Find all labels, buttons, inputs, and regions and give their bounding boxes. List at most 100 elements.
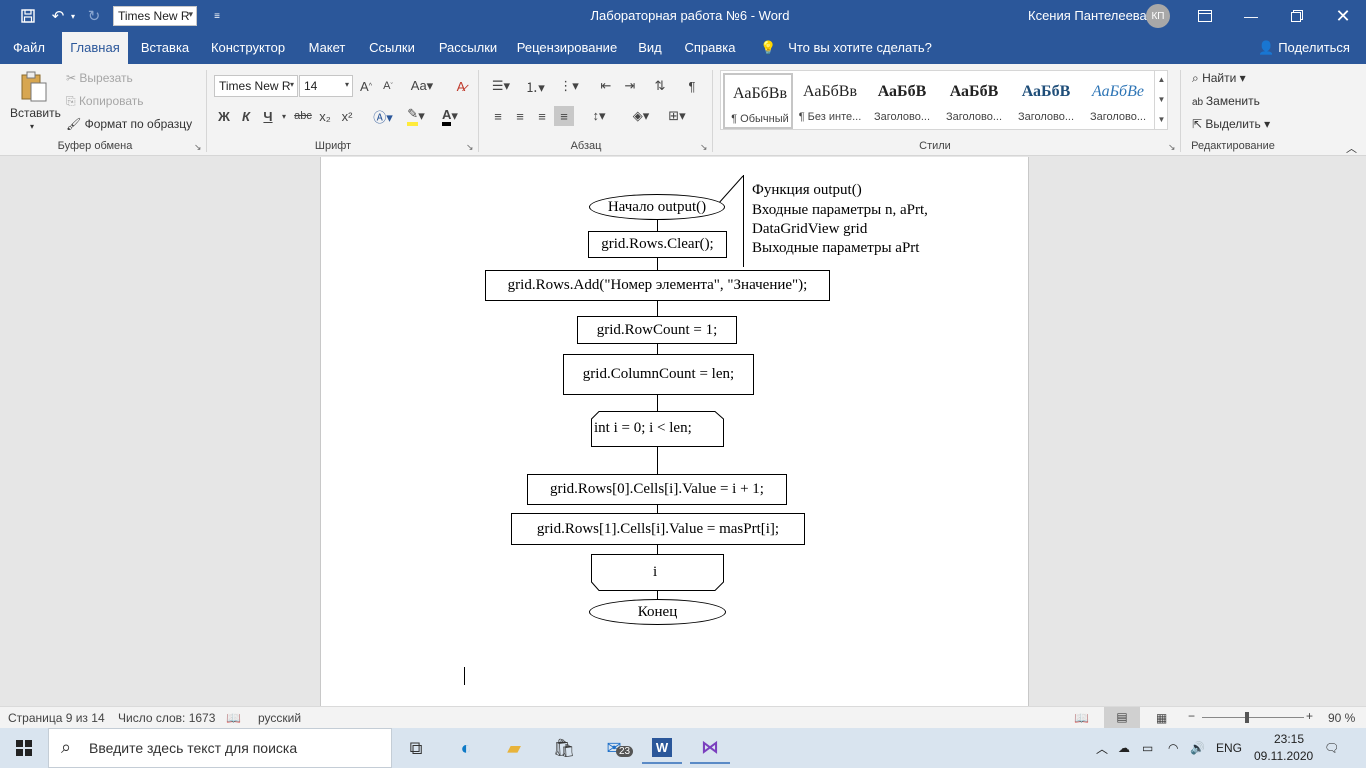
tab-mailings[interactable]: Рассылки — [434, 32, 502, 64]
file-explorer-icon[interactable]: ▰ — [494, 732, 534, 764]
zoom-slider-thumb[interactable] — [1245, 712, 1249, 723]
show-hidden-icons[interactable]: ︿ — [1096, 728, 1108, 768]
tab-insert[interactable]: Вставка — [138, 32, 192, 64]
style-no-spacing[interactable]: АаБбВв ¶ Без инте... — [795, 73, 865, 129]
zoom-level[interactable]: 90 % — [1328, 711, 1355, 725]
proofing-icon[interactable]: 📖 — [226, 711, 241, 725]
superscript-button[interactable]: x² — [338, 106, 356, 126]
tab-file[interactable]: Файл — [6, 32, 52, 64]
print-layout-icon[interactable]: ▤ — [1104, 707, 1140, 728]
bold-button[interactable]: Ж — [216, 106, 232, 126]
highlight-color-icon[interactable]: ✎ ▾ — [400, 106, 432, 126]
paste-button[interactable]: Вставить — [10, 106, 61, 120]
clear-formatting-icon[interactable]: A̷ — [452, 76, 470, 96]
multilevel-list-icon[interactable]: ⋮▾ — [554, 76, 584, 96]
minimize-icon[interactable]: — — [1228, 0, 1274, 32]
borders-icon[interactable]: ⊞▾ — [662, 106, 692, 126]
sort-icon[interactable]: ⇅ — [650, 76, 670, 96]
paste-dropdown-icon[interactable]: ▾ — [30, 122, 34, 131]
close-icon[interactable]: ✕ — [1320, 0, 1366, 32]
language-indicator[interactable]: русский — [258, 711, 301, 725]
user-name[interactable]: Ксения Пантелеева — [1028, 8, 1147, 23]
paste-icon[interactable] — [18, 70, 50, 104]
style-heading-2[interactable]: АаБбВ Заголово... — [939, 73, 1009, 129]
decrease-indent-icon[interactable]: ⇤ — [596, 76, 616, 96]
justify-icon[interactable]: ≡ — [554, 106, 574, 126]
font-size-select[interactable]: 14 ▾ — [299, 75, 353, 97]
web-layout-icon[interactable]: ▦ — [1156, 711, 1167, 725]
line-spacing-icon[interactable]: ↕▾ — [584, 106, 614, 126]
shrink-font-icon[interactable]: Aˇ — [380, 76, 396, 96]
collapse-ribbon-icon[interactable]: ︿ — [1346, 140, 1357, 156]
edge-icon[interactable]: ◐ — [446, 732, 486, 764]
more-styles-icon[interactable]: ▼ — [1155, 110, 1168, 130]
numbering-icon[interactable]: ⒈▾ — [520, 76, 550, 96]
share-button[interactable]: 👤 Поделиться — [1258, 32, 1350, 64]
wifi-icon[interactable]: ◠ — [1168, 728, 1178, 768]
redo-icon[interactable]: ↻ — [84, 0, 104, 32]
shading-icon[interactable]: ◈▾ — [626, 106, 656, 126]
word-count[interactable]: Число слов: 1673 — [118, 711, 215, 725]
tab-view[interactable]: Вид — [632, 32, 668, 64]
replace-button[interactable]: ab Заменить — [1192, 94, 1260, 108]
restore-icon[interactable] — [1274, 0, 1320, 32]
chevron-down-icon[interactable]: ▼ — [1155, 90, 1168, 110]
tab-home[interactable]: Главная — [62, 32, 128, 64]
tab-design[interactable]: Конструктор — [206, 32, 290, 64]
clock[interactable]: 23:15 09.11.2020 — [1254, 731, 1313, 765]
styles-launcher-icon[interactable]: ↘ — [1168, 142, 1176, 153]
undo-dropdown-icon[interactable]: ▾ — [68, 0, 78, 32]
mail-icon[interactable]: ✉ 23 — [594, 732, 634, 764]
underline-dropdown-icon[interactable]: ▾ — [279, 106, 289, 126]
align-left-icon[interactable]: ≡ — [488, 106, 508, 126]
select-button[interactable]: ⇱ Выделить ▾ — [1192, 117, 1270, 131]
clipboard-launcher-icon[interactable]: ↘ — [194, 142, 202, 153]
ribbon-display-options-icon[interactable] — [1182, 0, 1228, 32]
style-heading-1[interactable]: АаБбВ Заголово... — [867, 73, 937, 129]
zoom-out-icon[interactable]: − — [1188, 709, 1195, 723]
grow-font-icon[interactable]: A ^ — [358, 76, 374, 96]
styles-scroll[interactable]: ▲ ▼ ▼ — [1154, 70, 1168, 130]
document-page[interactable]: Функция output() Входные параметры n, aP… — [320, 157, 1029, 706]
increase-indent-icon[interactable]: ⇥ — [620, 76, 640, 96]
tell-me-search[interactable]: 💡 Что вы хотите сделать? — [760, 32, 932, 64]
onedrive-icon[interactable]: ☁ — [1118, 728, 1130, 768]
tab-references[interactable]: Ссылки — [364, 32, 420, 64]
tab-layout[interactable]: Макет — [302, 32, 352, 64]
zoom-in-icon[interactable]: + — [1306, 709, 1313, 723]
task-view-icon[interactable]: ⧉ — [396, 732, 436, 764]
visual-studio-icon[interactable]: ⋈ — [690, 732, 730, 764]
style-heading-3[interactable]: АаБбВ Заголово... — [1011, 73, 1081, 129]
input-language[interactable]: ENG — [1216, 728, 1242, 768]
font-family-select[interactable]: Times New R ▾ — [214, 75, 298, 97]
align-center-icon[interactable]: ≡ — [510, 106, 530, 126]
word-icon[interactable]: W — [642, 732, 682, 764]
windows-start-icon[interactable] — [4, 732, 44, 764]
font-color-icon[interactable]: A ▾ — [434, 106, 466, 126]
format-painter-button[interactable]: 🖌 Формат по образцу — [66, 117, 192, 131]
chevron-up-icon[interactable]: ▲ — [1155, 70, 1168, 90]
bullets-icon[interactable]: ☰▾ — [486, 76, 516, 96]
text-effects-icon[interactable]: Ⓐ▾ — [368, 106, 398, 126]
taskbar-search[interactable]: ⌕ Введите здесь текст для поиска — [48, 728, 392, 768]
underline-button[interactable]: Ч — [260, 106, 276, 126]
save-icon[interactable] — [14, 0, 42, 32]
notifications-icon[interactable]: 🗨 — [1324, 728, 1339, 768]
align-right-icon[interactable]: ≡ — [532, 106, 552, 126]
subscript-button[interactable]: x₂ — [316, 106, 334, 126]
undo-icon[interactable]: ↶ — [46, 0, 70, 32]
paragraph-launcher-icon[interactable]: ↘ — [700, 142, 708, 153]
find-button[interactable]: ⌕ Найти ▾ — [1192, 71, 1246, 86]
read-mode-icon[interactable]: 📖 — [1074, 711, 1089, 725]
change-case-icon[interactable]: Aa▾ — [408, 76, 436, 96]
tab-review[interactable]: Рецензирование — [514, 32, 620, 64]
zoom-slider-track[interactable] — [1202, 717, 1304, 718]
show-formatting-marks-icon[interactable]: ¶ — [682, 76, 702, 96]
volume-icon[interactable]: 🔊 — [1190, 728, 1205, 768]
tab-help[interactable]: Справка — [680, 32, 740, 64]
customize-toolbar-icon[interactable]: ≡ — [208, 0, 226, 32]
style-heading-4[interactable]: АаБбВе Заголово... — [1083, 73, 1153, 129]
font-launcher-icon[interactable]: ↘ — [466, 142, 474, 153]
style-normal[interactable]: АаБбВв ¶ Обычный — [723, 73, 793, 129]
battery-icon[interactable]: ▭ — [1142, 728, 1153, 768]
